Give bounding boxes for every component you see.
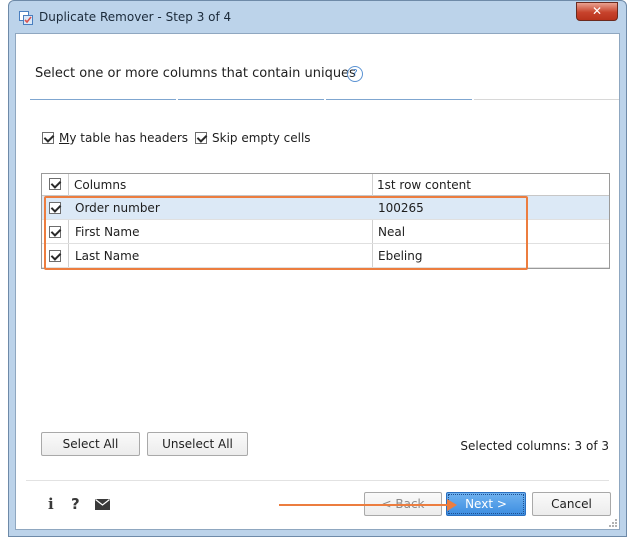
info-icon[interactable]: i	[48, 495, 54, 513]
annotation-arrow	[279, 499, 457, 511]
table-header: Columns 1st row content	[42, 174, 609, 196]
app-icon	[19, 11, 33, 25]
dialog-window: Duplicate Remover - Step 3 of 4 ✕ Select…	[8, 0, 627, 537]
email-icon[interactable]	[95, 499, 110, 510]
dialog-body: Select one or more columns that contain …	[15, 33, 620, 530]
next-button[interactable]: Next >	[446, 492, 526, 516]
window-title: Duplicate Remover - Step 3 of 4	[39, 10, 232, 24]
help-icon[interactable]: ?	[71, 495, 80, 513]
resize-grip-icon[interactable]	[608, 518, 618, 528]
select-all-button[interactable]: Select All	[41, 432, 140, 456]
headers-checkbox[interactable]	[42, 132, 54, 144]
annotation-highlight-box	[44, 196, 528, 270]
step-indicator-3	[326, 99, 472, 100]
skip-empty-label[interactable]: Skip empty cells	[212, 131, 311, 145]
selected-columns-status: Selected columns: 3 of 3	[460, 439, 609, 453]
title-bar[interactable]: Duplicate Remover - Step 3 of 4 ✕	[9, 1, 626, 33]
footer-divider	[26, 480, 609, 481]
step-instruction: Select one or more columns that contain …	[35, 66, 356, 81]
first-row-content-header[interactable]: 1st row content	[377, 178, 471, 192]
select-all-rows-checkbox[interactable]	[49, 178, 61, 190]
headers-label[interactable]: My table has headers	[59, 131, 188, 145]
close-button[interactable]: ✕	[576, 2, 618, 21]
step-indicator-2	[178, 99, 324, 100]
columns-header[interactable]: Columns	[74, 178, 126, 192]
headers-label-text: y table has headers	[69, 131, 189, 145]
step-indicator-4	[474, 99, 619, 100]
step-indicator-1	[30, 99, 176, 100]
cancel-button[interactable]: Cancel	[532, 492, 611, 516]
unselect-all-button[interactable]: Unselect All	[147, 432, 248, 456]
headers-label-accesskey: M	[59, 131, 70, 145]
question-circle-icon[interactable]: ?	[347, 66, 363, 82]
skip-empty-checkbox[interactable]	[195, 132, 207, 144]
